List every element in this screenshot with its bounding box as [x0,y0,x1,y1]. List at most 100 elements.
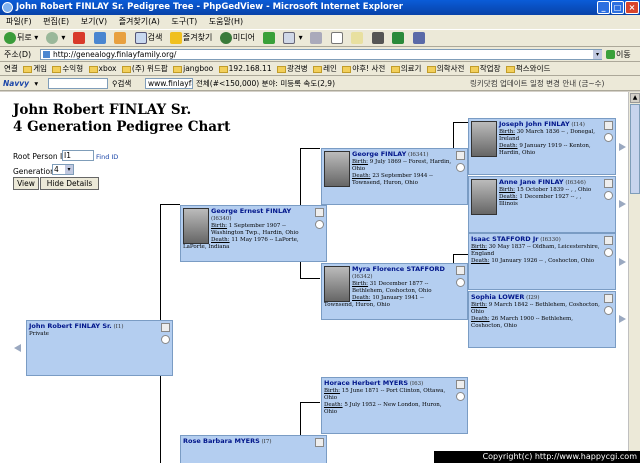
person-name[interactable]: Joseph John FINLAY [499,120,570,128]
edit-button[interactable] [330,30,345,46]
zoom-icon[interactable] [604,306,613,315]
find-id-link[interactable]: Find ID [96,153,118,161]
link-item[interactable]: jangboo [170,64,213,73]
navvy-url-field[interactable]: www.finlayfa... [145,78,193,89]
back-button[interactable]: 뒤로 ▾ [3,30,39,46]
zoom-icon[interactable] [456,278,465,287]
zoom-icon[interactable] [456,392,465,401]
menu-edit[interactable]: 편집(E) [43,17,69,26]
person-box-paternal-grandmother[interactable]: Myra Florence STAFFORD (I6342) Birth: 31… [321,263,468,320]
messenger-button[interactable] [391,30,406,46]
person-name[interactable]: Rose Barbara MYERS [183,437,260,445]
person-box-paternal-grandfather[interactable]: George FINLAY (I6341) Birth: 9 July 1869… [321,148,468,205]
navvy-search-input[interactable] [48,78,108,89]
zoom-icon[interactable] [456,163,465,172]
go-button[interactable]: 이동 [606,47,631,62]
search-button[interactable]: 검색 [134,30,164,46]
arrow-right-icon[interactable] [619,143,626,151]
person-box-great-grandmother-2[interactable]: Sophia LOWER (I29) Birth: 9 March 1842 -… [468,291,616,348]
maximize-icon[interactable]: □ [611,1,624,14]
menu-tools[interactable]: 도구(T) [171,17,197,26]
person-box-maternal-grandfather[interactable]: Horace Herbert MYERS (I63) Birth: 15 Jun… [321,377,468,434]
link-item[interactable]: 레인 [310,64,337,73]
link-item[interactable]: 수익형 [49,64,83,73]
family-icon[interactable] [604,236,613,245]
translate-button[interactable] [371,30,386,46]
menu-view[interactable]: 보기(V) [81,17,107,26]
address-input[interactable]: http://genealogy.finlayfamily.org/ [40,49,602,60]
family-icon[interactable] [604,179,613,188]
navvy-dropdown-icon[interactable]: ▾ [34,79,38,88]
vertical-scrollbar[interactable]: ▲ [628,92,640,463]
link-item[interactable]: 작업장 [467,64,500,73]
menu-file[interactable]: 파일(F) [6,17,32,26]
arrow-right-icon[interactable] [619,315,626,323]
person-name[interactable]: Sophia LOWER [471,293,524,301]
generations-select[interactable]: 4 ▾ [52,164,74,175]
person-name[interactable]: John Robert FINLAY Sr. [29,322,112,330]
family-icon[interactable] [604,294,613,303]
zoom-icon[interactable] [315,220,324,229]
person-name[interactable]: Myra Florence STAFFORD [352,265,445,273]
zoom-icon[interactable] [604,248,613,257]
menu-help[interactable]: 도움말(H) [209,17,243,26]
person-photo[interactable] [324,151,350,187]
media-button[interactable]: 미디어 [219,30,256,46]
zoom-icon[interactable] [604,191,613,200]
navvy-notice[interactable]: 링키닷컴 업데이트 일정 변경 안내 (금~수) [470,76,638,91]
mail-button[interactable]: ▾ [282,30,304,46]
menu-favorites[interactable]: 즐겨찾기(A) [119,17,160,26]
person-photo[interactable] [183,208,209,244]
zoom-icon[interactable] [604,133,613,142]
family-icon[interactable] [315,208,324,217]
root-person-input[interactable]: I1 [62,150,94,161]
view-button[interactable]: View [13,177,39,190]
link-item[interactable]: 야후! 사전 [339,64,385,73]
close-icon[interactable]: × [625,1,639,14]
refresh-button[interactable] [93,30,108,46]
person-name[interactable]: George FINLAY [352,150,406,158]
person-box-root[interactable]: John Robert FINLAY Sr. (I1) Private [26,320,173,376]
person-photo[interactable] [324,266,350,302]
person-box-great-grandfather-2[interactable]: Isaac STAFFORD Jr (I6330) Birth: 30 May … [468,233,616,290]
link-item[interactable]: 의학사전 [424,64,464,73]
link-item[interactable]: xbox [86,64,117,73]
link-item[interactable]: 게임 [20,64,47,73]
link-item[interactable]: 광견병 [274,64,308,73]
family-icon[interactable] [456,266,465,275]
zoom-icon[interactable] [161,335,170,344]
family-icon[interactable] [604,121,613,130]
family-icon[interactable] [456,151,465,160]
person-box-father[interactable]: George Ernest FINLAY (I6340) Birth: 1 Se… [180,205,327,262]
stop-button[interactable] [72,30,87,46]
history-button[interactable] [262,30,277,46]
scroll-up-icon[interactable]: ▲ [630,93,640,103]
person-box-great-grandmother-1[interactable]: Anne Jane FINLAY (I6346) Birth: 15 Octob… [468,176,616,233]
link-item[interactable]: 의료기 [388,64,421,73]
family-icon[interactable] [456,380,465,389]
person-name[interactable]: Horace Herbert MYERS [324,379,408,387]
arrow-right-icon[interactable] [619,200,626,208]
arrow-right-icon[interactable] [619,258,626,266]
research-button[interactable] [412,30,427,46]
link-item[interactable]: 퍽스와이드 [503,64,550,73]
hide-details-button[interactable]: Hide Details [40,177,99,190]
person-name[interactable]: Isaac STAFFORD Jr [471,235,539,243]
scroll-thumb[interactable] [630,104,640,194]
forward-button[interactable]: ▾ [45,30,67,46]
link-item[interactable]: (주) 위드팝 [119,64,168,73]
address-dropdown-icon[interactable]: ▾ [593,50,602,59]
favorites-button[interactable]: 즐겨찾기 [169,30,213,46]
person-box-mother[interactable]: Rose Barbara MYERS (I7) [180,435,327,463]
person-name[interactable]: George Ernest FINLAY [211,207,291,215]
person-name[interactable]: Anne Jane FINLAY [499,178,564,186]
minimize-icon[interactable]: _ [597,1,610,14]
person-photo[interactable] [471,121,497,157]
arrow-left-icon[interactable] [14,344,21,352]
link-item[interactable]: 192.168.11 [216,64,272,73]
discuss-button[interactable] [350,30,365,46]
home-button[interactable] [113,30,128,46]
family-icon[interactable] [315,438,324,447]
person-photo[interactable] [471,179,497,215]
navvy-search-button[interactable]: ⚲검색 [112,76,131,91]
